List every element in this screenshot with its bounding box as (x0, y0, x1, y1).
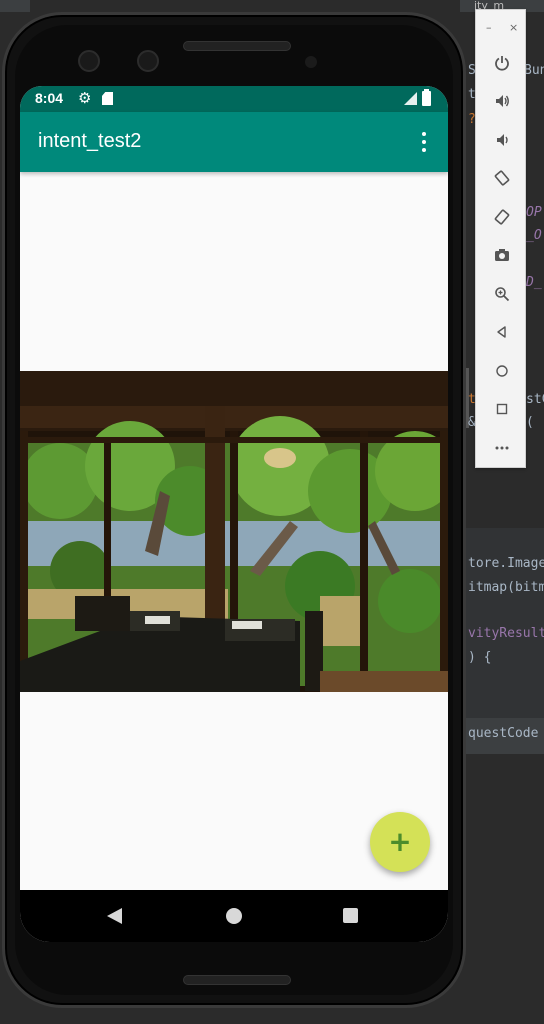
ide-code-line: ) { (468, 650, 492, 665)
status-time: 8:04 (35, 90, 64, 106)
volume-down-icon (496, 134, 508, 146)
power-icon (494, 56, 509, 71)
overview-button[interactable] (476, 394, 527, 424)
volume-down-button[interactable] (476, 125, 527, 155)
ide-code-line: ( (526, 415, 534, 430)
settings-icon: ⚙ (78, 89, 92, 107)
ide-code-line: Bun (524, 63, 544, 78)
power-button[interactable] (476, 48, 527, 78)
close-button[interactable]: × (509, 22, 518, 34)
ide-code-line: D_ (526, 275, 542, 290)
sensor-icon (305, 56, 317, 68)
ide-code-line: questCode (468, 726, 539, 741)
ide-code-line: vityResult (468, 626, 544, 641)
ide-left-strip (0, 0, 30, 12)
volume-up-button[interactable] (476, 86, 527, 116)
ide-code-line: OP (526, 205, 542, 220)
add-fab-button[interactable]: + (370, 812, 430, 872)
rotate-right-icon (494, 209, 509, 225)
device-screen: 8:04 ⚙ intent_test2 + (20, 86, 448, 942)
app-title: intent_test2 (38, 130, 142, 152)
back-button[interactable] (476, 317, 527, 347)
ide-code-line: _O (526, 228, 542, 243)
earpiece-speaker (183, 41, 291, 51)
status-bar: 8:04 ⚙ (20, 86, 448, 112)
emulator-toolbar: – × (475, 9, 526, 468)
battery-icon (422, 89, 431, 106)
nav-recents-icon[interactable] (343, 908, 358, 923)
more-horiz-icon (495, 446, 508, 450)
home-icon (495, 365, 508, 377)
zoom-button[interactable] (476, 279, 527, 309)
front-camera-icon (78, 50, 100, 72)
sd-card-icon (102, 92, 113, 105)
front-camera-icon (137, 50, 159, 72)
back-icon (496, 326, 506, 338)
volume-up-icon (495, 95, 509, 107)
ide-code-line: itmap(bitm (468, 580, 544, 595)
screenshot-button[interactable] (476, 240, 527, 270)
zoom-icon (494, 287, 509, 302)
minimize-button[interactable]: – (486, 22, 492, 34)
rotate-left-button[interactable] (476, 163, 527, 193)
photo-image (20, 371, 448, 692)
app-bar: intent_test2 (20, 112, 448, 172)
more-vert-icon[interactable] (416, 130, 432, 154)
home-button[interactable] (476, 356, 527, 386)
captured-photo (20, 371, 448, 692)
navigation-bar (20, 890, 448, 942)
nav-back-icon[interactable] (107, 908, 122, 924)
ide-code-line: tore.Image (468, 556, 544, 571)
bottom-speaker (183, 975, 291, 985)
more-button[interactable] (476, 433, 527, 463)
overview-icon (496, 403, 507, 415)
rotate-left-icon (494, 170, 509, 186)
camera-icon (494, 249, 509, 261)
signal-icon (404, 92, 417, 105)
rotate-right-button[interactable] (476, 202, 527, 232)
ide-code-line: stC (526, 392, 544, 407)
nav-home-icon[interactable] (226, 908, 242, 924)
